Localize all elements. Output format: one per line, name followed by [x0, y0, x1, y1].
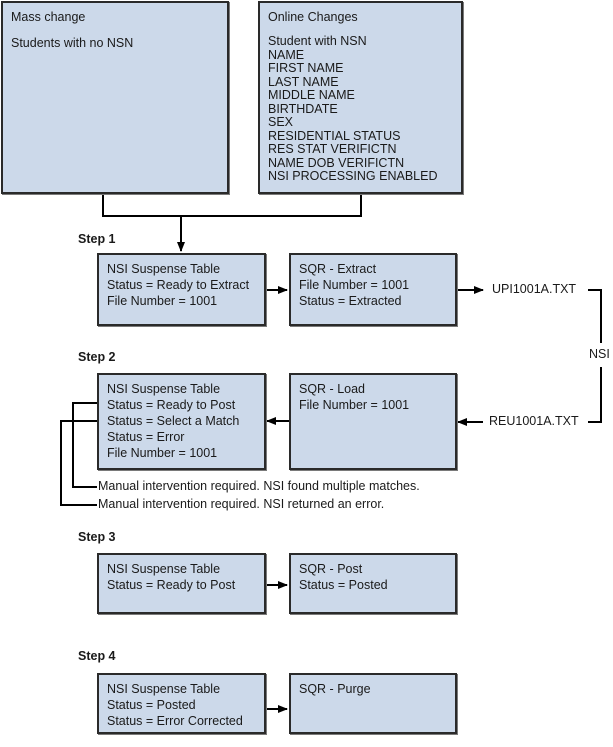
box-line: NSI PROCESSING ENABLED — [268, 169, 438, 183]
box-line: FIRST NAME — [268, 61, 344, 75]
box-line: Status = Error Corrected — [107, 714, 243, 728]
box-line: Status = Extracted — [299, 294, 402, 308]
box-line: BIRTHDATE — [268, 101, 338, 116]
box-line: LAST NAME — [268, 74, 339, 89]
note-connector-error — [60, 420, 97, 506]
step-1-suspense-table-box: NSI Suspense Table Status = Ready to Ext… — [97, 253, 266, 326]
note-error: Manual intervention required. NSI return… — [98, 497, 385, 511]
box-line: SQR - Extract — [299, 262, 377, 276]
step-2-suspense-table-box: NSI Suspense Table Status = Ready to Pos… — [97, 373, 266, 470]
box-line: NSI Suspense Table — [107, 682, 221, 696]
box-line: NSI Suspense Table — [107, 262, 221, 276]
merge-connector — [102, 193, 362, 217]
box-line: File Number = 1001 — [299, 398, 410, 412]
step-4-label: Step 4 — [78, 649, 116, 663]
box-line: RES STAT VERIFICTN — [268, 142, 397, 156]
box-line: NAME — [268, 47, 305, 62]
step-3-suspense-table-box: NSI Suspense Table Status = Ready to Pos… — [97, 553, 266, 614]
nsi-bracket-bottom — [588, 367, 602, 423]
online-changes-box: Online Changes Student with NSN NAME FIR… — [258, 1, 463, 194]
box-line: File Number = 1001 — [107, 294, 218, 308]
outbound-file-label: UPI1001A.TXT — [492, 282, 577, 296]
box-line: NSI Suspense Table — [107, 382, 221, 396]
step-1-label: Step 1 — [78, 232, 116, 246]
box-line: Status = Ready to Post — [107, 398, 236, 412]
step-2-label: Step 2 — [78, 350, 116, 364]
box-line: Student with NSN — [268, 34, 367, 48]
box-line: Status = Select a Match — [107, 414, 240, 428]
box-line: MIDDLE NAME — [268, 88, 355, 102]
step-2-sqr-load-box: SQR - Load File Number = 1001 — [289, 373, 457, 470]
step-3-label: Step 3 — [78, 530, 116, 544]
nsi-label: NSI — [589, 347, 610, 361]
box-line: Status = Ready to Extract — [107, 278, 250, 292]
step-4-sqr-purge-box: SQR - Purge — [289, 673, 457, 734]
box-line: SQR - Post — [299, 562, 363, 576]
box-line: SQR - Purge — [299, 682, 371, 696]
inbound-file-label: REU1001A.TXT — [489, 414, 579, 428]
box-line: Status = Posted — [107, 698, 196, 712]
box-line: NAME DOB VERIFICTN — [268, 155, 405, 170]
box-line: SQR - Load — [299, 382, 366, 396]
note-connector-multiple-matches — [72, 402, 97, 488]
box-line: Status = Error — [107, 430, 185, 444]
box-title: Mass change — [11, 10, 86, 24]
step-4-suspense-table-box: NSI Suspense Table Status = Posted Statu… — [97, 673, 266, 734]
step-3-sqr-post-box: SQR - Post Status = Posted — [289, 553, 457, 614]
box-line: File Number = 1001 — [299, 278, 410, 292]
mass-change-box: Mass change Students with no NSN — [1, 1, 229, 194]
box-line: Status = Posted — [299, 578, 388, 592]
box-line: File Number = 1001 — [107, 446, 218, 460]
box-line: SEX — [268, 115, 294, 129]
box-line: Students with no NSN — [11, 36, 134, 50]
box-line: RESIDENTIAL STATUS — [268, 128, 401, 143]
box-title: Online Changes — [268, 10, 358, 24]
nsi-bracket-top — [588, 289, 602, 343]
box-line: Status = Ready to Post — [107, 578, 236, 592]
step-1-sqr-extract-box: SQR - Extract File Number = 1001 Status … — [289, 253, 457, 326]
box-line: NSI Suspense Table — [107, 562, 221, 576]
note-multiple-matches: Manual intervention required. NSI found … — [98, 479, 420, 493]
